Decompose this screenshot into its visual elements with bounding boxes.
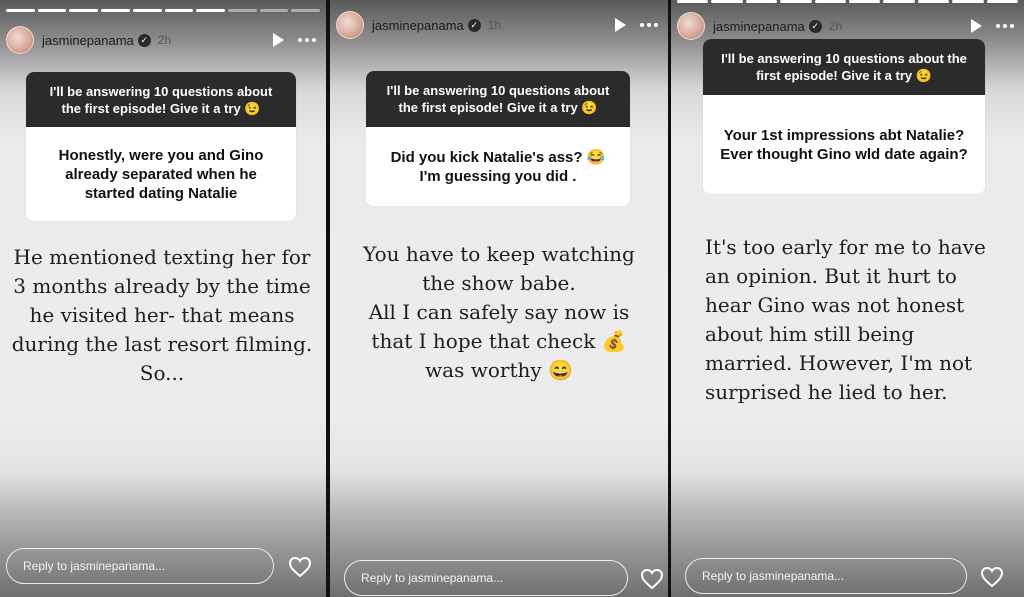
progress-segment [227,9,257,12]
story-progress-bar [677,0,1019,3]
question-text: Honestly, were you and Gino already sepa… [26,127,296,221]
question-sticker: I'll be answering 10 questions about the… [26,72,296,221]
progress-segment [291,9,321,12]
post-time: 2h [828,19,843,33]
progress-segment [917,0,950,3]
post-time: 1h [487,18,502,32]
progress-segment [814,0,847,3]
heart-icon[interactable] [288,556,312,578]
story-header: jasminepanama ✓ 1h [336,10,658,40]
story-panel-2[interactable]: jasminepanama ✓ 1h I'll be answering 10 … [330,0,668,597]
reply-input[interactable]: Reply to jasminepanama... [344,560,628,596]
reply-input[interactable]: Reply to jasminepanama... [6,548,274,584]
progress-segment [711,0,743,3]
play-icon[interactable] [615,18,626,32]
question-sticker-header: I'll be answering 10 questions about the… [366,71,630,127]
progress-segment [780,0,812,3]
play-icon[interactable] [971,19,982,33]
question-sticker: I'll be answering 10 questions about the… [366,71,630,206]
reply-input[interactable]: Reply to jasminepanama... [685,558,967,594]
avatar[interactable] [336,11,364,39]
progress-segment [164,9,194,12]
progress-segment [196,9,225,12]
story-panel-3[interactable]: jasminepanama ✓ 2h I'll be answering 10 … [671,0,1024,597]
progress-segment [6,9,35,12]
question-text: Your 1st impressions abt Natalie? Ever t… [703,95,985,194]
progress-segment [849,0,881,3]
question-sticker-header: I'll be answering 10 questions about the… [703,39,985,95]
story-panel-1[interactable]: jasminepanama ✓ 2h I'll be answering 10 … [0,0,326,597]
avatar[interactable] [6,26,34,54]
play-icon[interactable] [273,33,284,47]
avatar[interactable] [677,12,705,40]
verified-badge-icon: ✓ [137,33,151,47]
progress-segment [69,9,99,12]
question-text: Did you kick Natalie's ass? 😂 I'm guessi… [366,127,630,206]
more-options-icon[interactable] [298,38,316,42]
more-options-icon[interactable] [996,24,1014,28]
username[interactable]: jasminepanama [372,18,464,33]
story-header: jasminepanama ✓ 2h [677,11,1014,41]
verified-badge-icon: ✓ [808,19,822,33]
more-options-icon[interactable] [640,23,658,27]
progress-segment [37,9,67,12]
verified-badge-icon: ✓ [467,18,481,32]
progress-segment [677,0,709,3]
question-sticker: I'll be answering 10 questions about the… [703,39,985,194]
username[interactable]: jasminepanama [713,19,805,34]
answer-text: It's too early for me to have an opinion… [705,235,986,404]
answer-text: He mentioned texting her for 3 months al… [11,245,313,385]
progress-segment [745,0,778,3]
question-sticker-header: I'll be answering 10 questions about the… [26,72,296,127]
answer-text: You have to keep watching the show babe.… [363,242,635,382]
progress-segment [883,0,915,3]
username[interactable]: jasminepanama [42,33,134,48]
progress-segment [259,9,289,12]
heart-icon[interactable] [640,568,664,590]
story-header: jasminepanama ✓ 2h [6,25,316,55]
post-time: 2h [157,33,172,47]
progress-segment [101,9,130,12]
progress-segment [952,0,984,3]
progress-segment [132,9,162,12]
progress-segment [986,0,1019,3]
story-progress-bar [6,9,321,12]
heart-icon[interactable] [980,566,1004,588]
